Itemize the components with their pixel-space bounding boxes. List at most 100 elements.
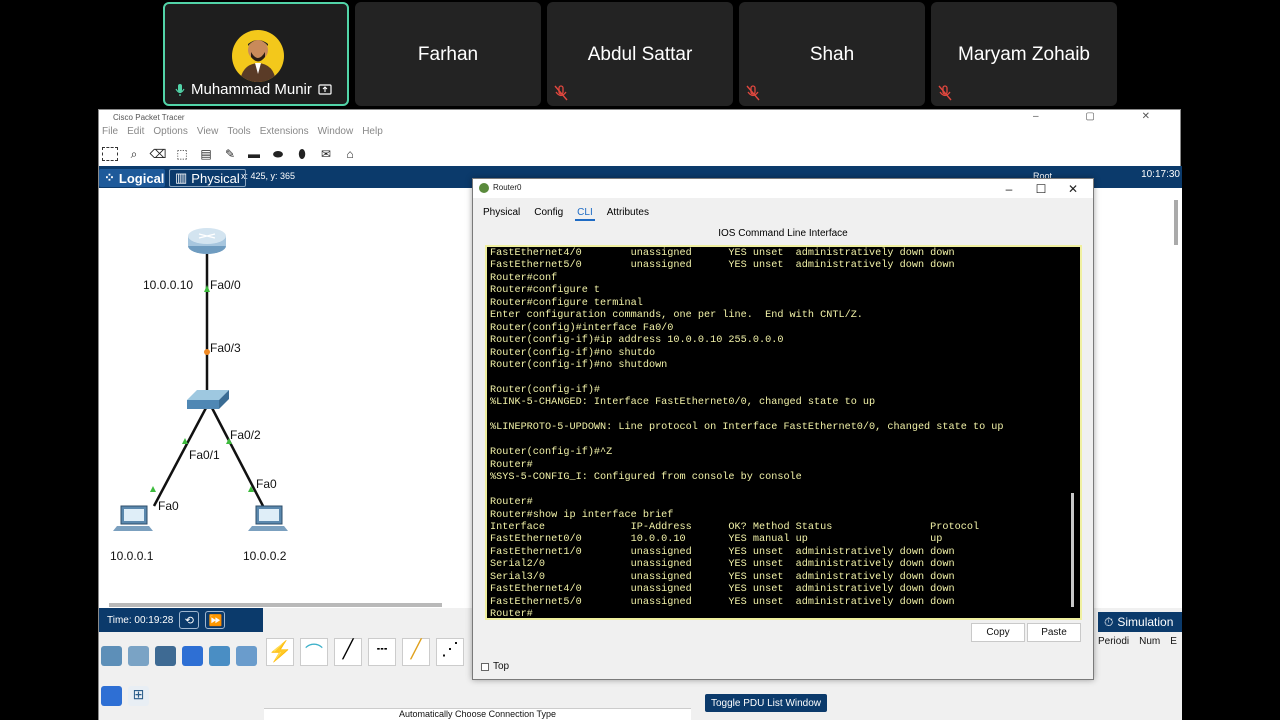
paste-button[interactable]: Paste [1027,623,1081,642]
device-categories [99,640,263,680]
time-bar: Time: 00:19:28 ⟲ ⏩ [99,608,263,632]
pencil-icon[interactable]: ✎ [222,147,238,161]
tab-config[interactable]: Config [532,206,565,221]
participant-tile[interactable]: Maryam Zohaib [931,2,1117,106]
dialog-title: Router0 [493,183,522,192]
fiber-icon[interactable]: ╱ [402,638,430,666]
tab-cli[interactable]: CLI [575,206,595,221]
top-checkbox-label: Top [493,661,510,672]
window-titlebar: Cisco Packet Tracer ‒ ▢ ✕ [99,110,1180,126]
device-subcategories: ⊞ [99,684,263,714]
participant-tile[interactable]: Farhan [355,2,541,106]
select-icon[interactable] [102,147,118,161]
console-cable-icon[interactable]: ⌒ [300,638,328,666]
muted-mic-icon [554,85,568,101]
pc-icon[interactable] [248,505,288,531]
participant-tile[interactable]: Shah [739,2,925,106]
pdu-col-periodic: Periodi [1098,636,1130,647]
reset-time-icon[interactable]: ⟲ [179,611,200,629]
rectangle-icon[interactable]: ▬ [246,147,262,161]
copy-button[interactable]: Copy [971,623,1025,642]
checkbox-box[interactable] [481,662,489,671]
fast-forward-icon[interactable]: ⏩ [205,611,226,629]
router-app-icon [479,183,489,193]
copper-cross-icon[interactable]: ┄ [368,638,396,666]
connection-types: ⚡ ⌒ ╱ ┄ ╱ ⋰ [264,636,494,676]
top-checkbox[interactable]: Top [481,661,509,672]
tab-physical-device[interactable]: Physical [481,206,522,221]
connections-icon[interactable] [182,646,203,666]
cursor-coordinates: x: 425, y: 365 [241,171,296,181]
maximize-icon[interactable]: ☐ [1025,179,1057,198]
multiuser-icon[interactable] [236,646,257,666]
participant-name: Muhammad Munir [191,81,312,98]
participant-label: Muhammad Munir [175,81,332,98]
menu-edit[interactable]: Edit [127,126,144,142]
physical-icon: ▥ [175,170,188,185]
window-controls[interactable]: ‒ ▢ ✕ [1033,111,1172,122]
workspace-hscroll[interactable] [109,603,442,607]
menu-tools[interactable]: Tools [227,126,250,142]
menu-help[interactable]: Help [362,126,383,142]
router-dialog: Router0 – ☐ ✕ Physical Config CLI Attrib… [472,178,1094,680]
toggle-pdu-list-button[interactable]: Toggle PDU List Window [705,694,827,712]
participant-name: Maryam Zohaib [958,44,1090,65]
freeform-icon[interactable]: ⬮ [294,147,310,161]
logical-icon: ⁘ [104,170,115,185]
end-devices-icon[interactable] [128,646,149,666]
workspace-vscroll[interactable] [1174,200,1178,245]
simulation-label: Simulation [1117,615,1174,629]
tab-logical[interactable]: ⁘ Logical [99,169,165,187]
participant-tile[interactable]: Abdul Sattar [547,2,733,106]
tab-attributes[interactable]: Attributes [605,206,651,221]
mail-icon[interactable]: ✉ [318,147,334,161]
router-icon[interactable] [188,228,226,254]
terminal-output: FastEthernet4/0 unassigned YES unset adm… [490,248,1004,620]
menu-window[interactable]: Window [318,126,354,142]
toolbar: ⌕ ⌫ ⬚ ▤ ✎ ▬ ⬬ ⬮ ✉ ⌂ [99,142,1180,166]
topology-diagram [113,228,288,531]
simulation-tab[interactable]: ⏱ Simulation [1098,612,1182,632]
auto-connection-icon[interactable]: ⚡ [266,638,294,666]
search-icon[interactable]: ⌕ [126,147,142,161]
menu-extensions[interactable]: Extensions [260,126,309,142]
pc-left-ip-label: 10.0.0.1 [110,549,154,563]
tab-physical[interactable]: ▥ Physical [169,169,246,187]
pdu-columns: Periodi Num E [1098,636,1182,647]
connection-hint: Automatically Choose Connection Type [264,708,691,720]
ellipse-icon[interactable]: ⬬ [270,147,286,161]
minimize-icon[interactable]: – [993,179,1025,198]
router-ip-label: 10.0.0.10 [143,278,194,292]
pc-icon[interactable] [113,505,153,531]
components-icon[interactable] [155,646,176,666]
microphone-icon [175,83,185,96]
terminal-scrollbar[interactable] [1071,493,1074,607]
grid-icon[interactable]: ⊞ [128,686,149,706]
delete-icon[interactable]: ⌫ [150,147,167,161]
menu-file[interactable]: File [102,126,118,142]
resize-icon[interactable]: ⬚ [174,147,190,161]
pdu-col-edit: E [1170,636,1177,647]
note-icon[interactable]: ▤ [198,147,214,161]
switch-left-port-label: Fa0/1 [189,448,220,462]
screen: Muhammad Munir Farhan Abdul Sattar Shah … [0,0,1280,720]
menu-view[interactable]: View [197,126,219,142]
open-mail-icon[interactable]: ⌂ [342,147,358,161]
menu-options[interactable]: Options [153,126,187,142]
switch-icon[interactable] [187,390,229,409]
muted-mic-icon [746,85,760,101]
pdu-col-num: Num [1139,636,1161,647]
misc-icon[interactable] [209,646,230,666]
dialog-tabs: Physical Config CLI Attributes [481,206,651,221]
lightning-icon[interactable] [101,686,122,706]
close-icon[interactable]: ✕ [1057,179,1089,198]
participant-tile-active[interactable]: Muhammad Munir [163,2,349,106]
copper-straight-icon[interactable]: ╱ [334,638,362,666]
pc-right-port-label: Fa0 [256,477,277,491]
avatar [232,30,284,82]
cli-terminal[interactable]: FastEthernet4/0 unassigned YES unset adm… [485,245,1082,620]
network-devices-icon[interactable] [101,646,122,666]
simulation-icon: ⏱ [1104,614,1114,629]
phone-cable-icon[interactable]: ⋰ [436,638,464,666]
dialog-titlebar: Router0 – ☐ ✕ [473,179,1093,198]
